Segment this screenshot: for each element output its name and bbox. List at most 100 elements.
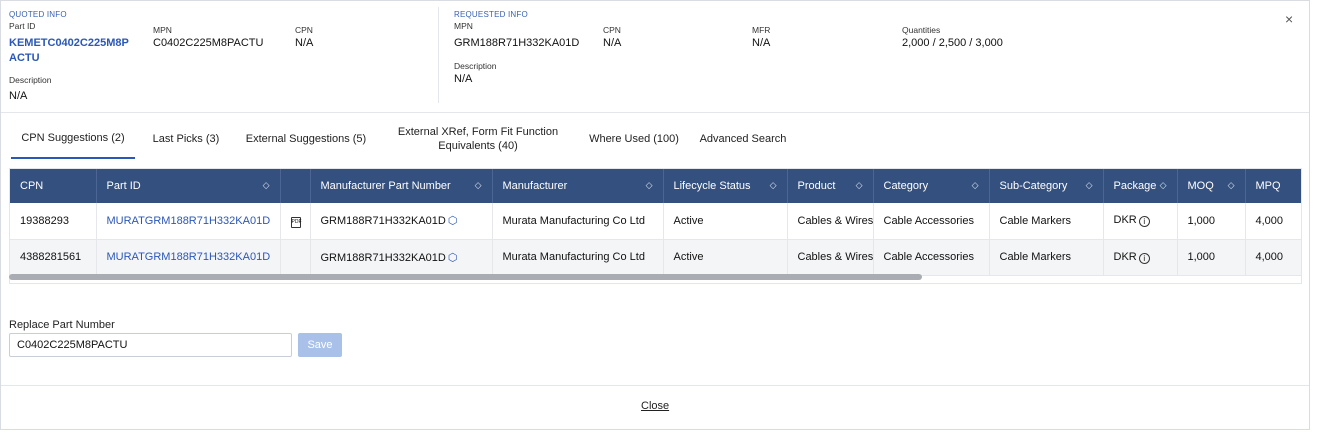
tab-bar: CPN Suggestions (2) Last Picks (3) Exter… <box>9 119 1309 159</box>
cell-moq: 1,000 <box>1177 203 1246 240</box>
requested-mfr-value: N/A <box>752 37 771 49</box>
tab-where-used[interactable]: Where Used (100) <box>577 119 691 159</box>
col-header-part-id[interactable]: Part ID ◇ <box>96 169 281 203</box>
cell-mpn-text: GRM188R71H332KA01D <box>320 251 446 264</box>
col-header-package[interactable]: Package ◇ <box>1103 169 1178 203</box>
sort-icon[interactable]: ◇ <box>972 180 979 191</box>
cell-package-text: DKR <box>1113 250 1137 263</box>
part-suggestions-modal: QUOTED INFO Part ID KEMETC0402C225M8P AC… <box>0 0 1310 430</box>
quoted-mpn-label: MPN <box>153 25 172 35</box>
table-row[interactable]: 19388293 MURATGRM188R71H332KA01D PDF GRM… <box>10 203 1301 240</box>
cell-manufacturer: Murata Manufacturing Co Ltd <box>492 203 664 240</box>
col-header-package-label: Package <box>1113 180 1157 192</box>
cell-part-id-link[interactable]: MURATGRM188R71H332KA01D <box>96 203 281 240</box>
col-header-subcategory-label: Sub-Category <box>999 180 1068 192</box>
tab-external-xref[interactable]: External XRef, Form Fit Function Equival… <box>389 119 567 159</box>
close-link[interactable]: Close <box>641 400 669 412</box>
info-icon[interactable]: i <box>1138 252 1150 264</box>
col-header-manufacturer[interactable]: Manufacturer ◇ <box>492 169 664 203</box>
requested-description-value: N/A <box>454 73 473 85</box>
cell-category: Cable Accessories <box>873 203 990 240</box>
cell-attachment <box>280 239 311 276</box>
info-icon[interactable]: i <box>1138 216 1150 228</box>
info-divider <box>438 7 439 103</box>
quoted-description-value: N/A <box>9 90 28 102</box>
table-row[interactable]: 4388281561 MURATGRM188R71H332KA01D GRM18… <box>10 239 1301 276</box>
sort-icon[interactable]: ◇ <box>263 180 270 191</box>
cube-icon[interactable]: ⬡ <box>448 214 458 227</box>
pdf-icon[interactable]: PDF <box>290 216 302 228</box>
col-header-attachment <box>280 169 311 203</box>
sort-icon[interactable]: ◇ <box>856 180 863 191</box>
col-header-lifecycle[interactable]: Lifecycle Status ◇ <box>663 169 788 203</box>
horizontal-scrollbar[interactable] <box>9 274 922 280</box>
quoted-part-id-label: Part ID <box>9 21 36 31</box>
tab-advanced-search[interactable]: Advanced Search <box>695 119 791 159</box>
cube-icon[interactable]: ⬡ <box>448 251 458 264</box>
col-header-cpn[interactable]: CPN <box>10 169 97 203</box>
requested-description-label: Description <box>454 61 497 71</box>
col-header-category[interactable]: Category ◇ <box>873 169 990 203</box>
cell-cpn: 19388293 <box>10 203 97 240</box>
cell-moq: 1,000 <box>1177 239 1246 276</box>
cell-category: Cable Accessories <box>873 239 990 276</box>
cell-lifecycle: Active <box>663 203 788 240</box>
tab-external-suggestions[interactable]: External Suggestions (5) <box>237 119 375 159</box>
quoted-part-id-link[interactable]: KEMETC0402C225M8P ACTU <box>9 36 129 66</box>
quoted-mpn-value: C0402C225M8PACTU <box>153 37 264 49</box>
requested-cpn-value: N/A <box>603 37 622 49</box>
requested-cpn-label: CPN <box>603 25 621 35</box>
cell-package-text: DKR <box>1113 214 1137 227</box>
quoted-cpn-value: N/A <box>295 37 314 49</box>
col-header-moq-label: MOQ <box>1187 180 1214 192</box>
cell-lifecycle: Active <box>663 239 788 276</box>
col-header-manufacturer-label: Manufacturer <box>502 180 568 192</box>
sort-icon[interactable]: ◇ <box>1160 180 1167 191</box>
cell-product: Cables & Wires <box>787 203 874 240</box>
tab-last-picks[interactable]: Last Picks (3) <box>143 119 229 159</box>
replace-part-input[interactable] <box>9 333 292 357</box>
col-header-lifecycle-label: Lifecycle Status <box>673 180 751 192</box>
cell-subcategory: Cable Markers <box>989 203 1104 240</box>
cell-part-id-link[interactable]: MURATGRM188R71H332KA01D <box>96 239 281 276</box>
quoted-part-id-line2: ACTU <box>9 52 40 64</box>
requested-mfr-label: MFR <box>752 25 771 35</box>
close-icon[interactable]: × <box>1285 11 1293 27</box>
col-header-moq[interactable]: MOQ ◇ <box>1177 169 1246 203</box>
col-header-cpn-label: CPN <box>20 180 44 192</box>
requested-info-title: REQUESTED INFO <box>454 10 528 19</box>
tab-cpn-suggestions[interactable]: CPN Suggestions (2) <box>11 119 135 159</box>
quoted-info-title: QUOTED INFO <box>9 10 67 19</box>
requested-quantities-value: 2,000 / 2,500 / 3,000 <box>902 37 1003 49</box>
cell-manufacturer: Murata Manufacturing Co Ltd <box>492 239 664 276</box>
col-header-part-id-label: Part ID <box>106 180 141 192</box>
sort-icon[interactable]: ◇ <box>646 180 653 191</box>
cell-mpn: GRM188R71H332KA01D ⬡ <box>310 239 493 276</box>
col-header-product-label: Product <box>797 180 836 192</box>
col-header-subcategory[interactable]: Sub-Category ◇ <box>989 169 1104 203</box>
col-header-category-label: Category <box>883 180 929 192</box>
col-header-mpn[interactable]: Manufacturer Part Number ◇ <box>310 169 493 203</box>
col-header-mpq-label: MPQ <box>1255 180 1281 192</box>
cell-package: DKR i <box>1103 239 1178 276</box>
sort-icon[interactable]: ◇ <box>475 180 482 191</box>
suggestions-table: CPN Part ID ◇ Manufacturer Part Number ◇ M… <box>9 168 1302 284</box>
cell-mpn: GRM188R71H332KA01D ⬡ <box>310 203 493 240</box>
requested-quantities-label: Quantities <box>902 25 941 35</box>
cell-package: DKR i <box>1103 203 1178 240</box>
col-header-mpq[interactable]: MPQ <box>1245 169 1301 203</box>
sort-icon[interactable]: ◇ <box>1228 180 1235 191</box>
cell-attachment: PDF <box>280 203 311 240</box>
requested-mpn-label: MPN <box>454 21 473 31</box>
requested-mpn-value: GRM188R71H332KA01D <box>454 37 580 49</box>
cell-mpq: 4,000 <box>1245 239 1301 276</box>
table-header-row: CPN Part ID ◇ Manufacturer Part Number ◇ M… <box>10 169 1301 203</box>
cell-mpq: 4,000 <box>1245 203 1301 240</box>
sort-icon[interactable]: ◇ <box>770 180 777 191</box>
save-button[interactable]: Save <box>298 333 342 357</box>
col-header-product[interactable]: Product ◇ <box>787 169 874 203</box>
sort-icon[interactable]: ◇ <box>1086 180 1093 191</box>
col-header-mpn-label: Manufacturer Part Number <box>320 180 451 192</box>
replace-part-label: Replace Part Number <box>9 319 115 331</box>
modal-footer: Close <box>1 385 1309 430</box>
